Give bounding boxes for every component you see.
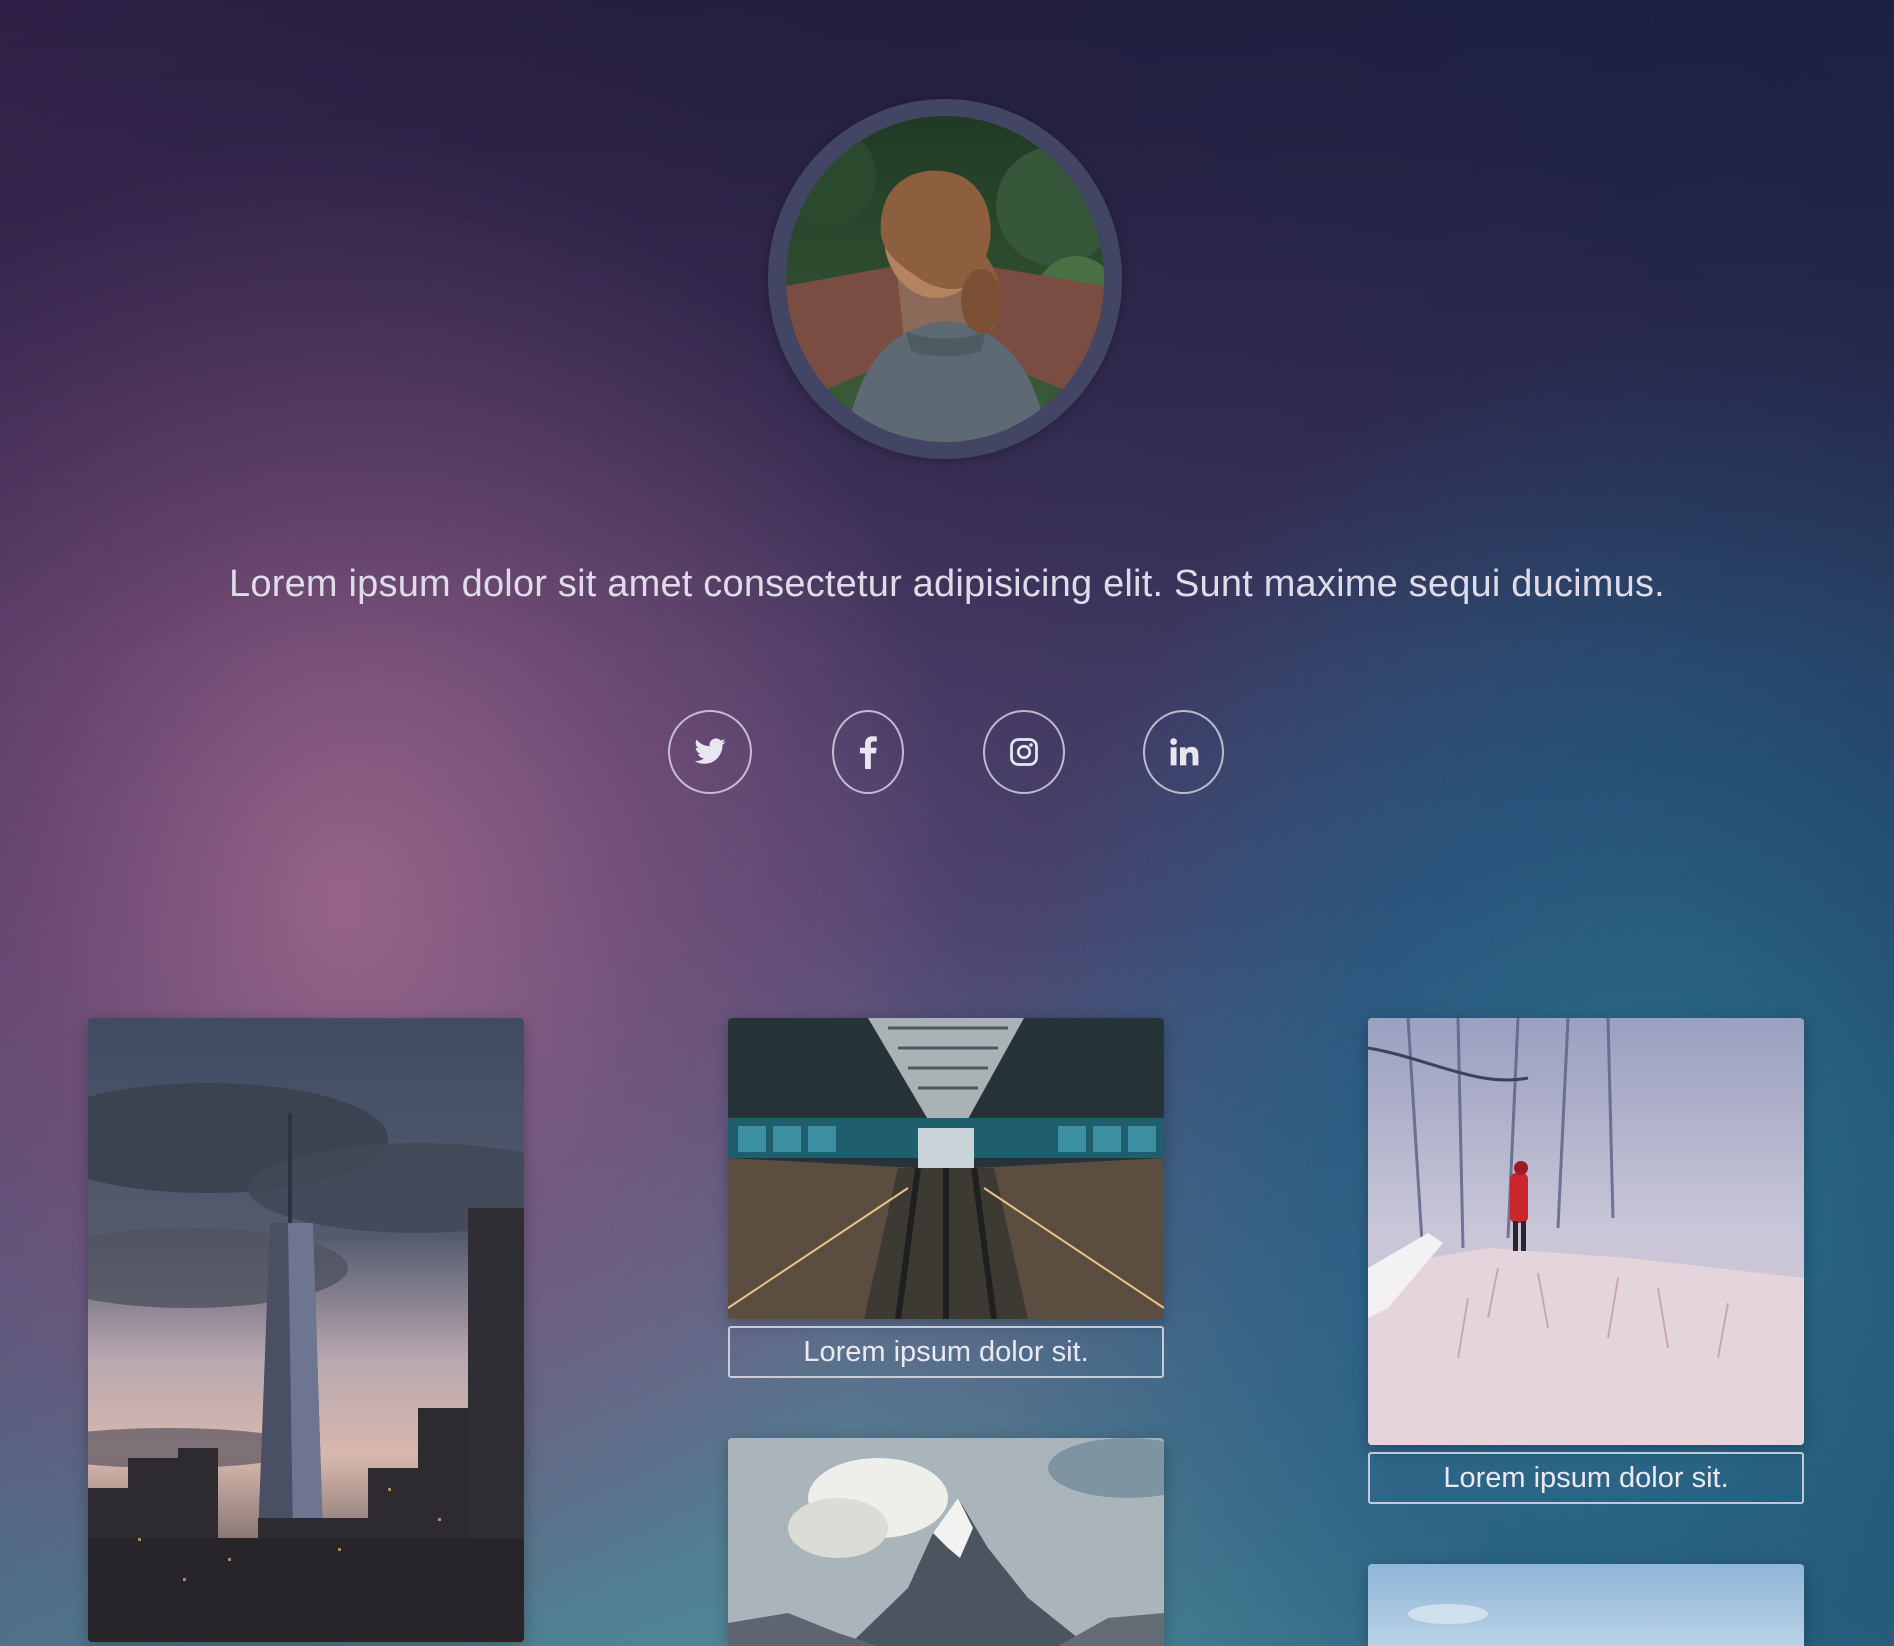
gallery-item[interactable] <box>1368 1564 1804 1646</box>
escalator-photo <box>728 1018 1164 1319</box>
instagram-icon <box>1010 738 1038 766</box>
skyline-photo <box>88 1018 524 1642</box>
avatar-photo <box>786 116 1104 442</box>
gallery-item[interactable] <box>1368 1018 1804 1445</box>
twitter-icon <box>694 738 726 764</box>
facebook-button[interactable] <box>832 710 904 794</box>
sky-photo <box>1368 1564 1804 1646</box>
gallery-caption: Lorem ipsum dolor sit. <box>728 1326 1164 1378</box>
gallery-caption: Lorem ipsum dolor sit. <box>1368 1452 1804 1504</box>
mountain-photo <box>728 1438 1164 1646</box>
twitter-button[interactable] <box>668 710 752 794</box>
profile-tagline: Lorem ipsum dolor sit amet consectetur a… <box>229 563 1665 605</box>
facebook-icon <box>859 736 877 769</box>
linkedin-icon <box>1169 738 1198 766</box>
instagram-button[interactable] <box>983 710 1065 794</box>
gallery-item[interactable] <box>728 1018 1164 1319</box>
avatar <box>786 116 1104 442</box>
profile-page: Lorem ipsum dolor sit amet consectetur a… <box>0 0 1894 1646</box>
gallery-item[interactable] <box>728 1438 1164 1646</box>
snow-forest-photo <box>1368 1018 1804 1445</box>
gallery-item[interactable] <box>88 1018 524 1642</box>
linkedin-button[interactable] <box>1143 710 1224 794</box>
